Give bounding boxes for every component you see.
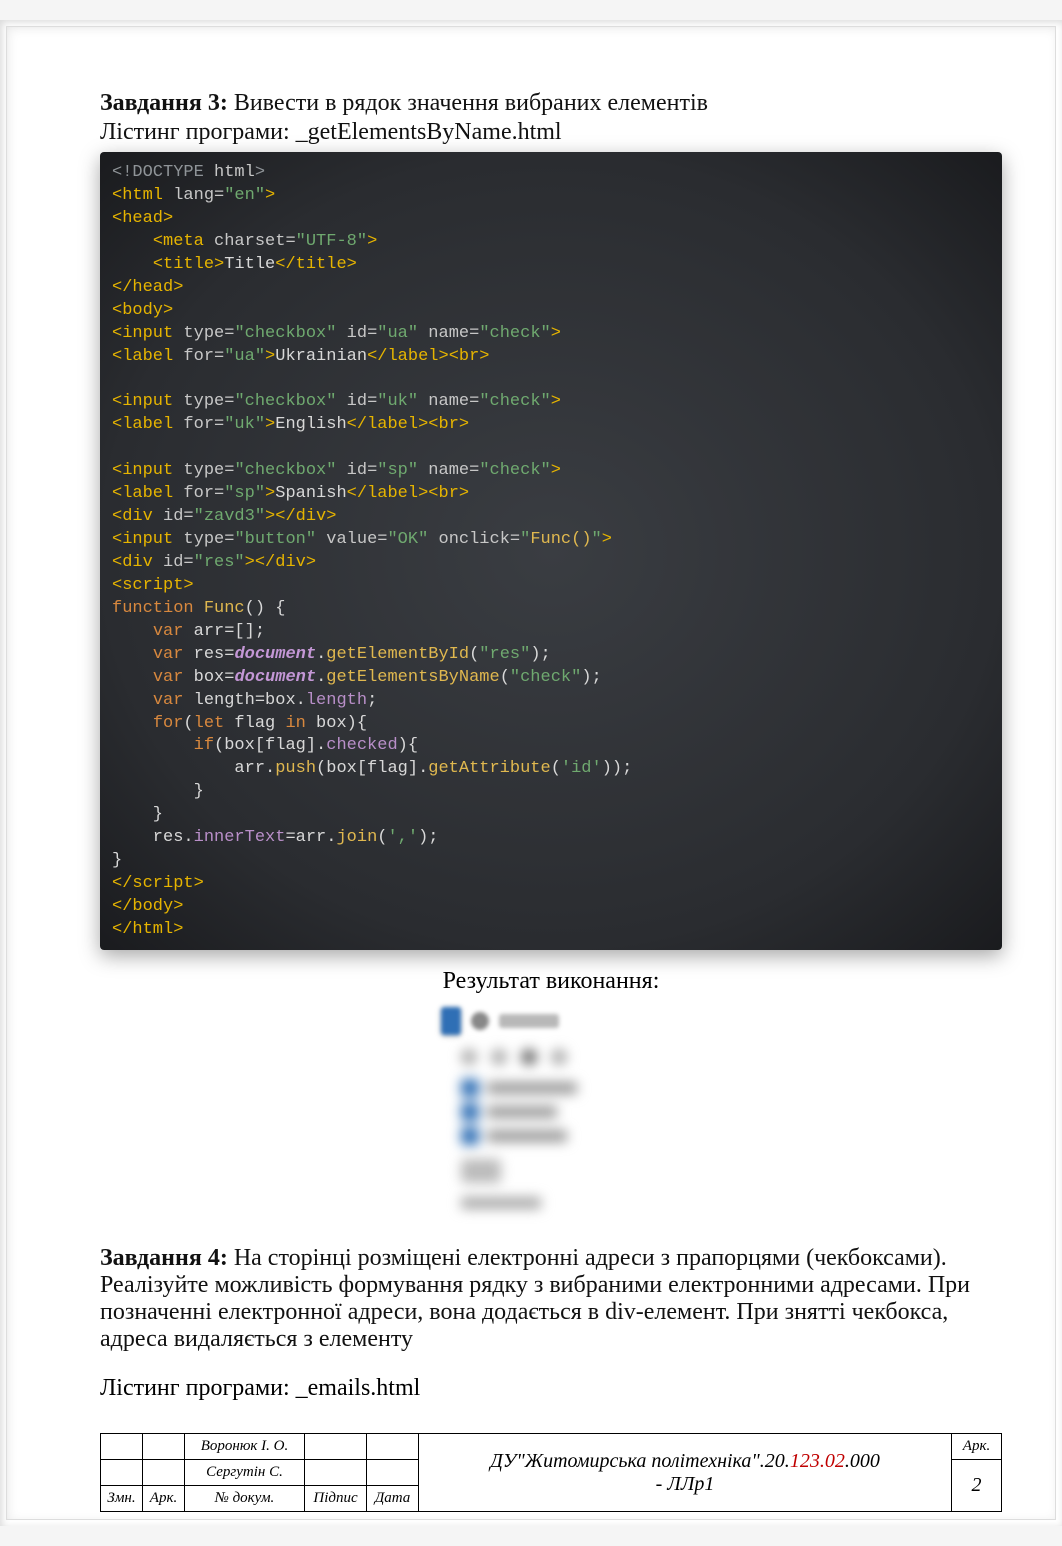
task3-heading: Завдання 3: Вивести в рядок значення виб… <box>100 90 1002 117</box>
task3-listing-line: Лістинг програми: _getElementsByName.htm… <box>100 119 1002 146</box>
task4-listing-file: _emails.html <box>296 1375 421 1401</box>
code-line: res.innerText=arr.join(','); <box>112 828 439 847</box>
code-line: var box=document.getElementsByName("chec… <box>112 668 602 687</box>
code-line: </body> <box>112 897 183 916</box>
code-line: <label for="sp">Spanish</label><br> <box>112 484 469 503</box>
task4-block: Завдання 4: На сторінці розміщені електр… <box>100 1245 1002 1353</box>
stamp-col-ark: Арк. <box>143 1486 185 1512</box>
blur-row <box>461 1049 567 1065</box>
code-line: <input type="checkbox" id="ua" name="che… <box>112 324 561 343</box>
dot-icon <box>471 1012 489 1030</box>
blur-result-line <box>461 1197 541 1209</box>
code-line: <head> <box>112 209 173 228</box>
app-icon <box>441 1007 461 1035</box>
stamp-name1: Воронюк І. О. <box>185 1434 305 1460</box>
blur-ok-button <box>461 1159 501 1183</box>
code-line: <script> <box>112 576 194 595</box>
code-line: <label for="ua">Ukrainian</label><br> <box>112 347 490 366</box>
task4-body: На сторінці розміщені електронні адреси … <box>100 1245 970 1352</box>
code-line: } <box>112 805 163 824</box>
stamp-name2: Сергутін С. <box>185 1460 305 1486</box>
code-line: <title>Title</title> <box>112 255 357 274</box>
title-block-stamp: Воронюк І. О. ДУ"Житомирська політехніка… <box>100 1433 1002 1512</box>
task4-listing-label: Лістинг програми: <box>100 1375 290 1401</box>
code-line: } <box>112 782 204 801</box>
code-line: <input type="button" value="OK" onclick=… <box>112 530 612 549</box>
code-line: <div id="zavd3"></div> <box>112 507 336 526</box>
code-line: <!DOCTYPE html> <box>112 163 265 182</box>
stamp-col-data: Дата <box>367 1486 419 1512</box>
task3-listing-label: Лістинг програми: <box>100 119 290 145</box>
stamp-col-dokum: № докум. <box>185 1486 305 1512</box>
task3-heading-text: Вивести в рядок значення вибраних елемен… <box>234 90 708 116</box>
code-line: var res=document.getElementById("res"); <box>112 645 551 664</box>
code-block: <!DOCTYPE html> <html lang="en"> <head> … <box>100 152 1002 950</box>
code-line: arr.push(box[flag].getAttribute('id')); <box>112 759 632 778</box>
result-label: Результат виконання: <box>100 968 1002 995</box>
task4-listing-line: Лістинг програми: _emails.html <box>100 1375 1002 1402</box>
code-line: function Func() { <box>112 599 285 618</box>
document-page: Завдання 3: Вивести в рядок значення виб… <box>0 20 1062 1526</box>
task3-heading-label: Завдання 3: <box>100 90 228 116</box>
code-line: </script> <box>112 874 204 893</box>
code-line: var length=box.length; <box>112 691 377 710</box>
blur-row <box>441 1007 661 1035</box>
blur-bar <box>499 1014 559 1028</box>
stamp-col-pidpys: Підпис <box>305 1486 367 1512</box>
stamp-col-zmn: Змн. <box>101 1486 143 1512</box>
code-line: </html> <box>112 920 183 939</box>
code-line: <div id="res"></div> <box>112 553 316 572</box>
code-line: for(let flag in box){ <box>112 714 367 733</box>
task3-listing-file: _getElementsByName.html <box>296 119 562 145</box>
task4-heading-label: Завдання 4: <box>100 1245 228 1271</box>
blur-checklist <box>461 1079 577 1145</box>
stamp-ark-label: Арк. <box>952 1434 1002 1460</box>
code-line: <meta charset="UTF-8"> <box>112 232 377 251</box>
stamp-title: ДУ"Житомирська політехніка".20.123.02.00… <box>419 1434 952 1512</box>
code-line: } <box>112 851 122 870</box>
code-line: <input type="checkbox" id="sp" name="che… <box>112 461 561 480</box>
code-line: </head> <box>112 278 183 297</box>
code-line: if(box[flag].checked){ <box>112 736 418 755</box>
code-line: <html lang="en"> <box>112 186 275 205</box>
result-screenshot <box>441 1001 661 1215</box>
stamp-page-num: 2 <box>952 1460 1002 1512</box>
code-line: <body> <box>112 301 173 320</box>
code-line: <label for="uk">English</label><br> <box>112 415 469 434</box>
code-line: <input type="checkbox" id="uk" name="che… <box>112 392 561 411</box>
code-line: var arr=[]; <box>112 622 265 641</box>
